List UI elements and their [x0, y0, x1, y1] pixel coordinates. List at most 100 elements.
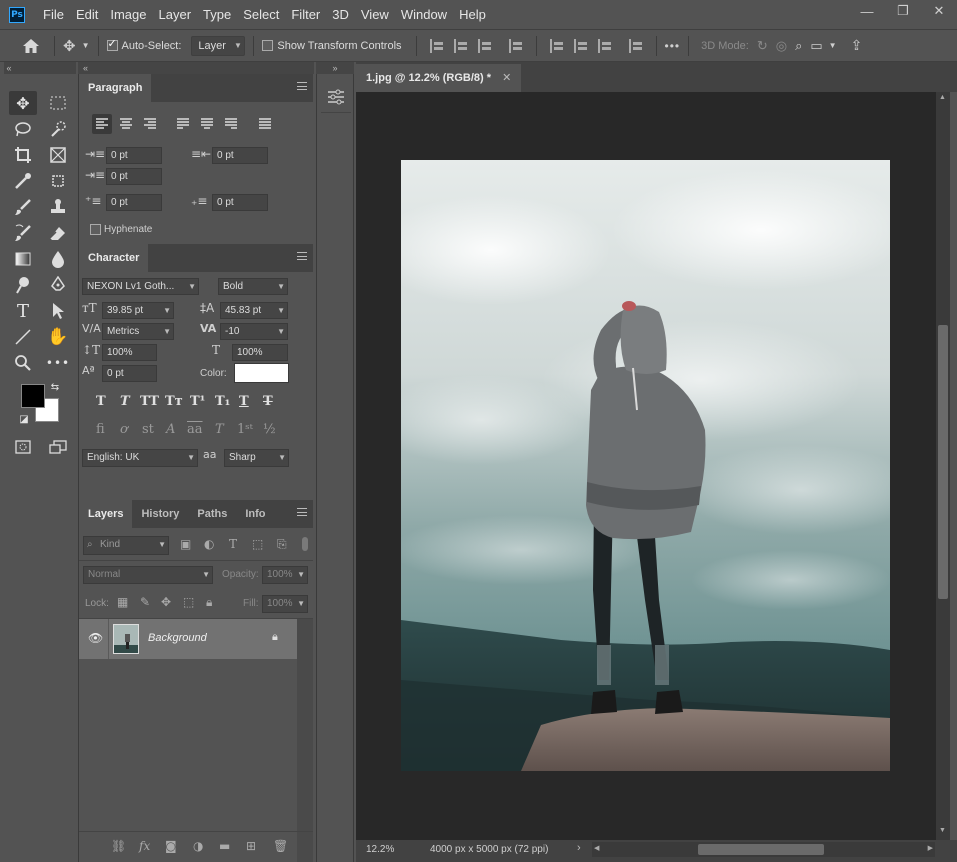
fx-icon[interactable]: fx [139, 839, 150, 853]
font-style-dropdown[interactable]: Bold ▼ [218, 278, 288, 295]
menu-edit[interactable]: Edit [70, 0, 104, 29]
menu-3d[interactable]: 3D [326, 0, 355, 29]
indent-right-field[interactable]: 0 pt [212, 147, 268, 164]
filter-pixel-icon[interactable]: ▣ [180, 537, 191, 551]
fill-field[interactable]: 100% ▼ [262, 595, 308, 613]
filter-toggle[interactable] [302, 537, 308, 551]
path-selection-tool-icon[interactable] [44, 299, 72, 323]
text-color-swatch[interactable] [234, 363, 289, 383]
scroll-up-icon[interactable]: ▲ [939, 94, 946, 101]
filter-type-icon[interactable]: T [229, 537, 237, 551]
history-brush-tool-icon[interactable] [9, 221, 37, 245]
more-tools-icon[interactable]: ••• [44, 351, 72, 375]
scroll-right-icon[interactable]: ▶ [928, 844, 933, 852]
panel-menu-icon[interactable] [297, 82, 307, 90]
tab-paragraph[interactable]: Paragraph [79, 74, 152, 102]
strikethrough-icon[interactable]: T [263, 394, 273, 409]
zoom-tool-icon[interactable] [9, 351, 37, 375]
hyphenate-checkbox[interactable] [90, 224, 101, 235]
horizontal-scrollbar[interactable]: ◀ ▶ [592, 842, 935, 857]
align-right-icon[interactable] [477, 38, 492, 53]
swap-colors-icon[interactable]: ⇆ [48, 380, 62, 394]
kerning-field[interactable]: Metrics ▼ [102, 323, 174, 340]
paragraph-alignment-icons[interactable] [94, 116, 294, 132]
faux-bold-icon[interactable]: T [96, 394, 106, 409]
document-image[interactable] [401, 160, 890, 771]
menu-image[interactable]: Image [104, 0, 152, 29]
quick-mask-icon[interactable] [9, 435, 37, 459]
superscript-icon[interactable]: T¹ [190, 394, 205, 409]
crop-tool-icon[interactable] [9, 143, 37, 167]
leading-field[interactable]: 45.83 pt ▼ [220, 302, 288, 319]
canvas-area[interactable] [356, 92, 936, 840]
frame-tool-icon[interactable] [44, 143, 72, 167]
toolbar-collapse-strip[interactable]: « [4, 62, 76, 74]
tab-history[interactable]: History [132, 500, 188, 528]
opacity-field[interactable]: 100% ▼ [262, 566, 308, 584]
gradient-tool-icon[interactable] [9, 247, 37, 271]
workspace-icon[interactable]: ▭ [810, 34, 822, 58]
scroll-left-icon[interactable]: ◀ [594, 844, 599, 852]
auto-select-target-dropdown[interactable]: Layer ▼ [191, 35, 246, 56]
restore-button[interactable]: ❐ [885, 0, 921, 22]
align-center-icon[interactable] [453, 38, 468, 53]
panel-menu-icon[interactable] [297, 252, 307, 260]
vertical-scroll-thumb[interactable] [938, 325, 948, 599]
marquee-tool-icon[interactable] [44, 91, 72, 115]
fractions-icon[interactable]: ½ [263, 422, 276, 437]
more-options-icon[interactable]: ••• [665, 34, 681, 58]
tool-preset-chevron-down-icon[interactable]: ▼ [82, 34, 90, 58]
space-before-field[interactable]: 0 pt [106, 194, 162, 211]
underline-icon[interactable]: T [239, 394, 249, 409]
tab-info[interactable]: Info [236, 500, 274, 528]
superior-icon[interactable]: 1ˢᵗ [237, 422, 253, 437]
distribute-vertical-icon[interactable] [628, 38, 643, 53]
brush-tool-icon[interactable] [9, 195, 37, 219]
all-caps-icon[interactable]: TT [140, 394, 159, 409]
close-tab-icon[interactable]: ✕ [502, 72, 511, 84]
add-mask-icon[interactable]: ◙ [165, 839, 177, 853]
tab-layers[interactable]: Layers [79, 500, 133, 528]
search-icon[interactable]: ⌕ [795, 34, 802, 58]
ligatures-icon[interactable]: fi [96, 422, 105, 437]
panels-collapse-strip[interactable]: « [78, 62, 314, 74]
hand-tool-icon[interactable]: ✋ [44, 325, 72, 349]
show-transform-checkbox[interactable] [262, 40, 274, 51]
faux-italic-icon[interactable]: T [120, 394, 130, 409]
layer-row[interactable]: 👁︎ Background 🔒︎ [79, 619, 297, 659]
font-size-field[interactable]: 39.85 pt ▼ [102, 302, 174, 319]
status-menu-chevron-right-icon[interactable]: › [577, 842, 581, 854]
default-colors-icon[interactable]: ◪ [17, 412, 31, 426]
menu-select[interactable]: Select [237, 0, 285, 29]
stamp-tool-icon[interactable] [44, 195, 72, 219]
tab-character[interactable]: Character [79, 244, 149, 272]
new-layer-icon[interactable]: ⊞ [246, 839, 256, 853]
stylistic-alternates-icon[interactable]: A [166, 422, 175, 437]
language-dropdown[interactable]: English: UK ▼ [82, 449, 198, 467]
adjustment-layer-icon[interactable]: ◑ [193, 839, 203, 853]
subscript-icon[interactable]: T₁ [215, 394, 230, 409]
home-icon[interactable] [22, 34, 40, 58]
quick-selection-tool-icon[interactable] [44, 117, 72, 141]
3d-material-tool-icon[interactable] [44, 169, 72, 193]
lasso-tool-icon[interactable] [9, 117, 37, 141]
space-after-field[interactable]: 0 pt [212, 194, 268, 211]
3d-orbit-icon[interactable]: ↻ [757, 34, 768, 58]
link-layers-icon[interactable]: ⛓︎ [111, 839, 126, 853]
menu-view[interactable]: View [355, 0, 395, 29]
delete-layer-icon[interactable]: 🗑︎ [273, 839, 288, 853]
minimize-button[interactable]: — [849, 0, 885, 22]
dodge-tool-icon[interactable] [9, 273, 37, 297]
tab-paths[interactable]: Paths [188, 500, 236, 528]
vertical-scale-field[interactable]: 100% [102, 344, 157, 361]
pen-tool-icon[interactable] [44, 273, 72, 297]
tracking-field[interactable]: -10 ▼ [220, 323, 288, 340]
eyedropper-tool-icon[interactable] [9, 169, 37, 193]
small-caps-icon[interactable]: Tᴛ [165, 394, 183, 409]
auto-select-checkbox[interactable] [106, 37, 118, 51]
align-middle-icon[interactable] [573, 38, 588, 53]
foreground-color-swatch[interactable] [21, 384, 45, 408]
menu-filter[interactable]: Filter [285, 0, 326, 29]
align-top-icon[interactable] [549, 38, 564, 53]
filter-shape-icon[interactable]: ⬚ [252, 537, 263, 551]
